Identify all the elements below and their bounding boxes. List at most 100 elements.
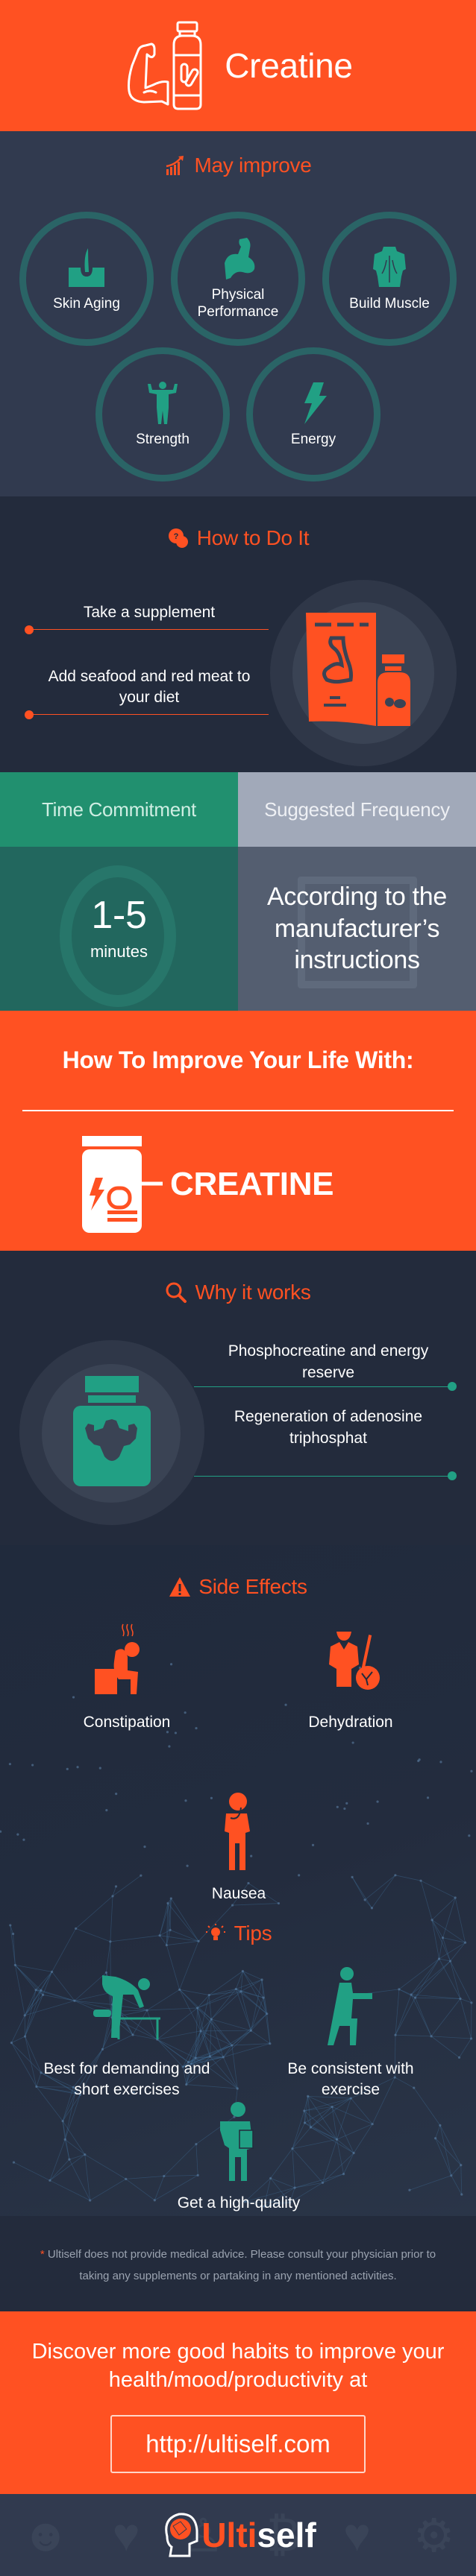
- network-line: [431, 2036, 459, 2057]
- header-banner: Creatine: [0, 0, 476, 131]
- network-line: [323, 2139, 337, 2182]
- network-line: [11, 2043, 36, 2087]
- network-node: [10, 2042, 13, 2044]
- network-node: [322, 2182, 324, 2184]
- network-node: [408, 2189, 410, 2191]
- person-holding-supplement-icon: [198, 2100, 280, 2182]
- network-line: [69, 2155, 85, 2160]
- network-line: [65, 2139, 85, 2154]
- network-line: [251, 1980, 262, 2030]
- network-line: [15, 1965, 25, 2015]
- network-node: [13, 2161, 15, 2163]
- benefit-strength: Strength: [95, 347, 230, 482]
- benefit-energy: Energy: [246, 347, 381, 482]
- skin-hair-follicle-icon: [64, 245, 109, 290]
- network-line: [211, 2019, 251, 2030]
- network-node: [376, 1801, 378, 1803]
- network-node: [352, 1741, 354, 1743]
- network-line: [263, 1998, 267, 2014]
- tip-label: Get a high-quality supplement: [157, 2193, 321, 2216]
- may-improve-title: May improve: [195, 154, 312, 177]
- network-line: [421, 1881, 455, 1898]
- why-item: Phosphocreatine and energy reserve: [216, 1340, 440, 1384]
- benefit-label: Build Muscle: [349, 296, 430, 313]
- network-line: [372, 1875, 395, 1908]
- network-node: [331, 2106, 333, 2108]
- bullet-dot: [448, 1382, 457, 1391]
- bullet-dot: [25, 710, 34, 719]
- network-node: [195, 1727, 197, 1729]
- network-line: [69, 2159, 90, 2200]
- frequency-value: According to the manufacturer’s instruct…: [247, 881, 467, 976]
- network-line: [451, 2165, 461, 2176]
- network-line: [65, 2139, 69, 2159]
- side-effect-label: Dehydration: [308, 1712, 392, 1733]
- network-line: [25, 2036, 37, 2086]
- network-line: [25, 1990, 37, 2036]
- network-node: [459, 1998, 461, 2000]
- network-line: [332, 2107, 372, 2124]
- network-line: [332, 2107, 336, 2140]
- network-node: [353, 2152, 355, 2154]
- network-node: [460, 2164, 462, 2166]
- network-node: [366, 1822, 369, 1825]
- disclaimer-text: Ultiself does not provide medical advice…: [45, 2248, 436, 2282]
- network-line: [241, 1992, 267, 2014]
- network-line: [63, 2121, 69, 2159]
- heart-pulse-icon: ♥: [113, 2509, 140, 2562]
- network-node: [371, 1907, 373, 1909]
- network-node: [342, 2173, 345, 2175]
- network-node: [62, 2120, 64, 2122]
- network-line: [323, 2153, 354, 2183]
- network-node: [231, 2044, 233, 2046]
- squat-icon: [310, 1966, 392, 2048]
- network-node: [89, 2199, 91, 2201]
- network-line: [232, 2044, 270, 2045]
- website-link-button[interactable]: http://ultiself.com: [110, 2415, 366, 2473]
- network-node: [336, 1806, 339, 1808]
- network-line: [242, 1971, 263, 1998]
- logo-text-ulti: Ulti: [201, 2515, 257, 2555]
- network-node: [31, 1764, 34, 1766]
- ultiself-logo[interactable]: Ultiself: [160, 2511, 316, 2559]
- network-line: [126, 2179, 155, 2200]
- suggested-frequency-heading: Suggested Frequency: [238, 772, 476, 847]
- network-node: [239, 1990, 242, 1992]
- network-node: [470, 2037, 472, 2039]
- time-commitment-heading: Time Commitment: [0, 772, 238, 847]
- network-node: [143, 1846, 145, 1848]
- time-frequency-section: Time Commitment Suggested Frequency 1-5 …: [0, 772, 476, 1011]
- why-heading: Why it works: [0, 1281, 476, 1304]
- network-node: [419, 1880, 422, 1882]
- why-item: Regeneration of adenosine triphosphat: [213, 1406, 444, 1450]
- network-line: [223, 2044, 270, 2057]
- how-to-item: Take a supplement: [45, 602, 254, 623]
- warning-icon: [169, 1576, 191, 1598]
- network-node: [9, 1763, 11, 1765]
- network-node: [364, 1898, 366, 1901]
- network-line: [352, 1877, 372, 1908]
- side-effect-label: Nausea: [212, 1884, 266, 1904]
- tip-short-exercises: Best for demanding and short exercises: [37, 1966, 216, 2101]
- network-node: [470, 1770, 472, 1772]
- side-effect-label: Constipation: [84, 1712, 171, 1733]
- network-line: [337, 2098, 351, 2139]
- network-node: [470, 2001, 472, 2004]
- connector-line: [30, 714, 269, 715]
- network-node: [0, 1831, 1, 1833]
- network-line: [241, 1992, 251, 2031]
- creatine-jar-icon: [82, 1136, 164, 1233]
- network-line: [85, 2155, 90, 2200]
- network-line: [440, 2125, 461, 2165]
- network-node: [242, 1970, 244, 1972]
- tips-heading: Tips: [0, 1922, 476, 1945]
- network-node: [22, 1839, 25, 1841]
- network-line: [236, 1980, 262, 1989]
- benefit-label: Skin Aging: [53, 296, 120, 313]
- network-node: [64, 2138, 66, 2141]
- time-value: 1-5: [91, 896, 146, 935]
- network-line: [439, 1959, 451, 1961]
- strongman-icon: [140, 381, 185, 426]
- network-line: [337, 2124, 373, 2140]
- network-line: [11, 2036, 25, 2042]
